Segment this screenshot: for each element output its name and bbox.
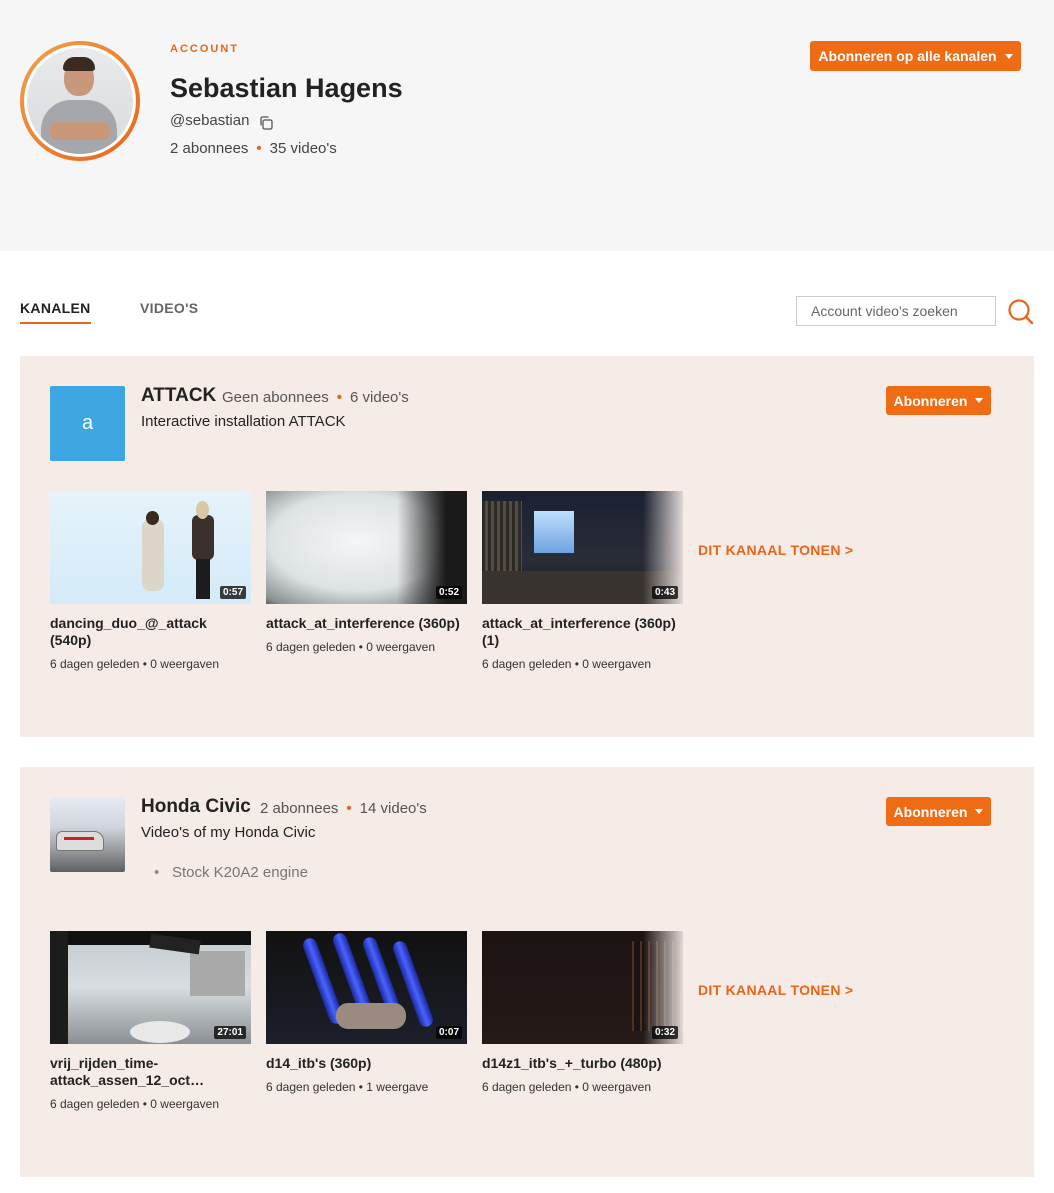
video-title[interactable]: d14z1_itb's_+_turbo (480p) <box>482 1055 683 1072</box>
show-channel-link[interactable]: DIT KANAAL TONEN > <box>698 982 853 998</box>
search-icon[interactable] <box>1006 297 1034 325</box>
show-channel-link[interactable]: DIT KANAAL TONEN > <box>698 542 853 558</box>
video-duration: 0:43 <box>651 586 678 599</box>
video-thumbnail[interactable]: 0:32 <box>482 931 683 1044</box>
separator-dot: • <box>346 800 352 817</box>
video-title[interactable]: attack_at_interference (360p) <box>266 615 467 632</box>
avatar[interactable] <box>20 41 140 161</box>
account-stats: 2 abonnees • 35 video's <box>170 140 337 157</box>
account-subscribers: 2 abonnees <box>170 140 249 157</box>
video-meta: 6 dagen geleden • 0 weergaven <box>50 657 220 671</box>
channel-title[interactable]: ATTACK <box>141 385 216 407</box>
channel-stats: Geen abonnees • 6 video's <box>222 389 409 406</box>
video-duration: 0:52 <box>435 586 462 599</box>
video-meta: 6 dagen geleden • 0 weergaven <box>266 640 436 654</box>
account-kicker: ACCOUNT <box>170 43 239 55</box>
account-name: Sebastian Hagens <box>170 73 403 103</box>
video-thumbnail[interactable]: 0:43 <box>482 491 683 604</box>
search-input[interactable] <box>796 296 996 326</box>
channel-subscribers: Geen abonnees <box>222 389 329 406</box>
subscribe-all-button[interactable]: Abonneren op alle kanalen <box>810 41 1021 71</box>
video-card[interactable]: 0:57 dancing_duo_@_attack (540p) 6 dagen… <box>50 491 251 674</box>
separator-dot: • <box>256 140 262 157</box>
subscribe-button[interactable]: Abonneren <box>886 797 991 826</box>
video-meta: 6 dagen geleden • 1 weergave <box>266 1080 429 1094</box>
account-handle: @sebastian <box>170 112 250 129</box>
video-card[interactable]: 0:52 attack_at_interference (360p) 6 dag… <box>266 491 467 657</box>
video-card[interactable]: 27:01 vrij_rijden_time-attack_assen_12_o… <box>50 931 251 1114</box>
channel-title[interactable]: Honda Civic <box>141 796 251 818</box>
channel-description: Video's of my Honda Civic <box>141 824 316 841</box>
channel-subscribers: 2 abonnees <box>260 800 339 817</box>
channel-description-bullet: Stock K20A2 engine <box>154 864 308 881</box>
video-title[interactable]: vrij_rijden_time-attack_assen_12_oct… <box>50 1055 251 1089</box>
video-title[interactable]: attack_at_interference (360p) (1) <box>482 615 683 649</box>
account-header: ACCOUNT Sebastian Hagens @sebastian 2 ab… <box>0 0 1054 251</box>
channel-thumbnail[interactable] <box>50 797 125 872</box>
video-card[interactable]: 0:07 d14_itb's (360p) 6 dagen geleden • … <box>266 931 467 1097</box>
account-video-count: 35 video's <box>269 140 337 157</box>
video-meta: 6 dagen geleden • 0 weergaven <box>482 657 652 671</box>
tab-videos[interactable]: VIDEO'S <box>140 300 198 316</box>
channel-stats: 2 abonnees • 14 video's <box>260 800 427 817</box>
subscribe-label: Abonneren <box>893 803 968 820</box>
video-title[interactable]: d14_itb's (360p) <box>266 1055 467 1072</box>
video-duration: 0:07 <box>435 1026 462 1039</box>
video-thumbnail[interactable]: 0:52 <box>266 491 467 604</box>
channel-card: Honda Civic 2 abonnees • 14 video's Video'… <box>20 767 1034 1177</box>
channel-thumbnail[interactable]: a <box>50 386 125 461</box>
video-thumbnail[interactable]: 0:57 <box>50 491 251 604</box>
subscribe-label: Abonneren <box>893 392 968 409</box>
subscribe-all-label: Abonneren op alle kanalen <box>818 48 997 64</box>
video-duration: 27:01 <box>214 1026 246 1039</box>
video-card[interactable]: 0:32 d14z1_itb's_+_turbo (480p) 6 dagen … <box>482 931 683 1097</box>
video-thumbnail[interactable]: 0:07 <box>266 931 467 1044</box>
video-thumbnail[interactable]: 27:01 <box>50 931 251 1044</box>
video-duration: 0:57 <box>219 586 246 599</box>
caret-down-icon <box>975 809 984 814</box>
caret-down-icon <box>1004 53 1013 59</box>
video-duration: 0:32 <box>651 1026 678 1039</box>
video-meta: 6 dagen geleden • 0 weergaven <box>50 1097 220 1111</box>
separator-dot: • <box>336 389 343 406</box>
caret-down-icon <box>975 398 984 403</box>
video-meta: 6 dagen geleden • 0 weergaven <box>482 1080 652 1094</box>
tab-kanalen[interactable]: KANALEN <box>20 300 91 324</box>
video-card[interactable]: 0:43 attack_at_interference (360p) (1) 6… <box>482 491 683 674</box>
video-title[interactable]: dancing_duo_@_attack (540p) <box>50 615 251 649</box>
copy-icon[interactable] <box>258 115 274 131</box>
channel-video-count: 6 video's <box>350 389 409 406</box>
channel-video-count: 14 video's <box>359 800 427 817</box>
avatar-photo <box>27 48 133 154</box>
channel-description: Interactive installation ATTACK <box>141 413 346 430</box>
subscribe-button[interactable]: Abonneren <box>886 386 991 415</box>
channel-card: a ATTACK Geen abonnees • 6 video's Interac… <box>20 356 1034 737</box>
